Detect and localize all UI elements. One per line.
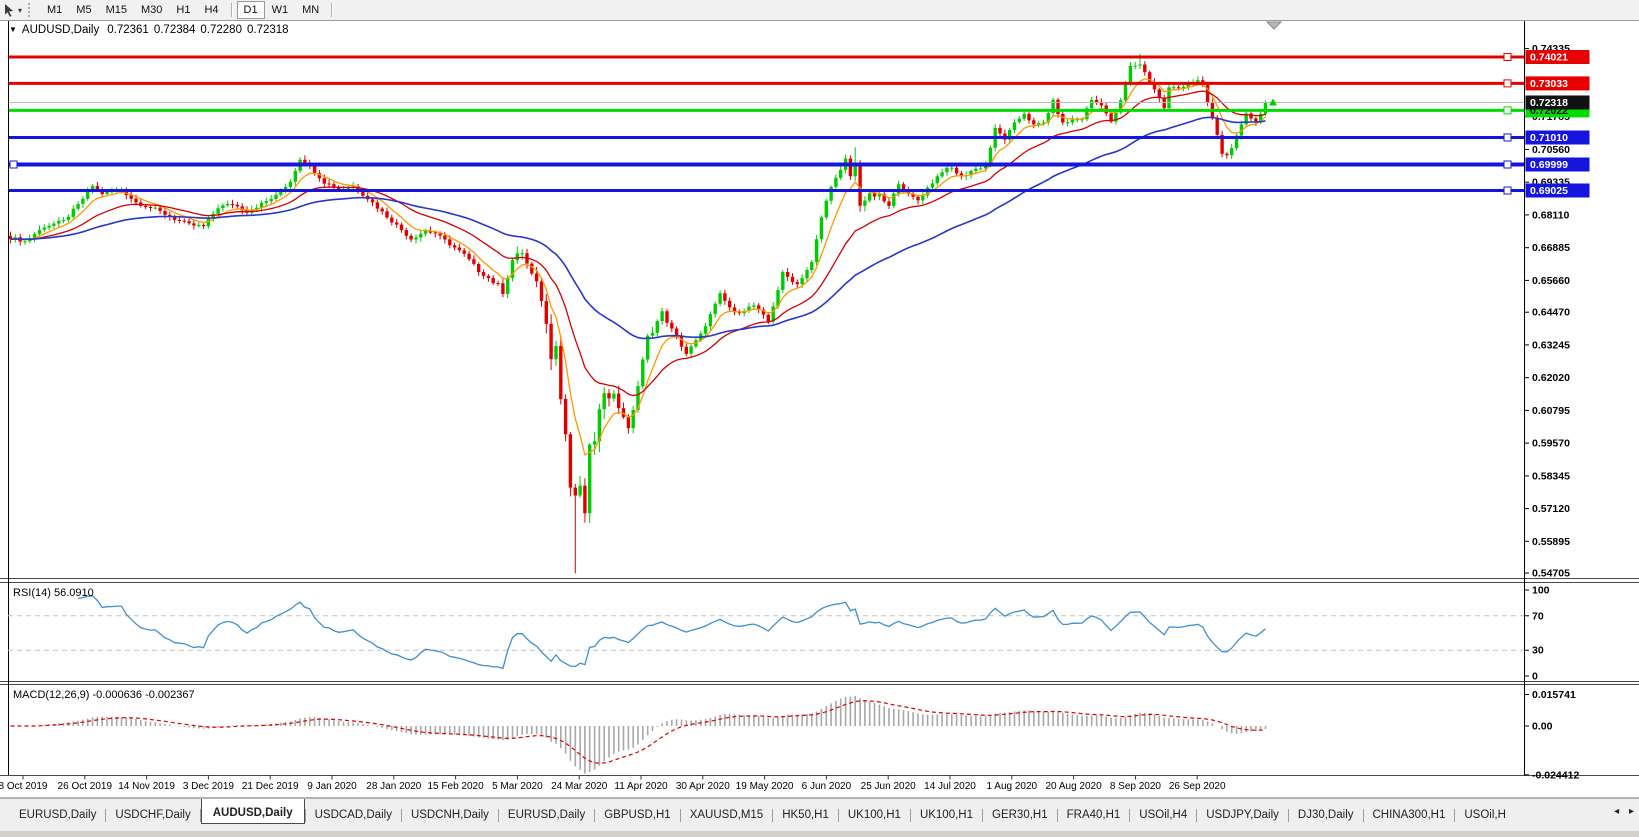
chart-tab-usdcad-daily[interactable]: USDCAD,Daily (306, 806, 401, 824)
timeframe-button-h1[interactable]: H1 (169, 1, 197, 19)
svg-text:0.65660: 0.65660 (1532, 275, 1570, 287)
chart-tab-usdjpy-daily[interactable]: USDJPY,Daily (1197, 806, 1288, 824)
svg-text:0.57120: 0.57120 (1532, 503, 1570, 515)
chart-tab-bar: EURUSD,Daily USDCHF,Daily AUDUSD,Daily USDC… (0, 798, 1639, 831)
price-axis: 0.743350.717850.705600.693350.681100.668… (1524, 43, 1590, 781)
ohlc-low-value: 0.72280 (200, 24, 242, 36)
svg-text:0.66885: 0.66885 (1532, 242, 1570, 254)
svg-text:0.54705: 0.54705 (1532, 568, 1570, 580)
svg-text:6 Jun 2020: 6 Jun 2020 (802, 781, 852, 792)
svg-text:0.71010: 0.71010 (1530, 132, 1568, 144)
svg-text:0.59570: 0.59570 (1532, 438, 1570, 450)
svg-text:0.00: 0.00 (1532, 721, 1553, 733)
chart-menu-icon[interactable]: ▼ (9, 25, 17, 34)
svg-text:0.69999: 0.69999 (1530, 159, 1568, 171)
svg-text:11 Apr 2020: 11 Apr 2020 (614, 781, 668, 792)
svg-text:-0.024412: -0.024412 (1532, 769, 1579, 781)
chart-tab-audusd-daily[interactable]: AUDUSD,Daily (200, 799, 305, 824)
date-axis: 8 Oct 2019 26 Oct 2019 14 Nov 2019 3 Dec 20… (0, 775, 1226, 792)
timeframe-button-m5[interactable]: M5 (69, 1, 98, 19)
timeframe-button-m15[interactable]: M15 (99, 1, 134, 19)
chart-tab-xauusd-m15[interactable]: XAUUSD,M15 (681, 806, 773, 824)
svg-text:5 Mar 2020: 5 Mar 2020 (492, 781, 543, 792)
svg-text:21 Dec 2019: 21 Dec 2019 (242, 781, 299, 792)
svg-text:0.72318: 0.72318 (1530, 97, 1568, 109)
timeframe-button-m30[interactable]: M30 (134, 1, 169, 19)
chart-tab-uk100-h1[interactable]: UK100,H1 (839, 806, 910, 824)
timeframe-button-group: M1 M5 M15 M30 H1 H4 D1 W1 MN (40, 0, 337, 20)
svg-text:20 Aug 2020: 20 Aug 2020 (1046, 781, 1103, 792)
chevron-down-icon[interactable]: ▾ (18, 6, 22, 15)
chart-tab-china300-h1[interactable]: CHINA300,H1 (1364, 806, 1455, 824)
svg-text:8 Sep 2020: 8 Sep 2020 (1110, 781, 1162, 792)
svg-text:1 Aug 2020: 1 Aug 2020 (986, 781, 1037, 792)
chart-title: ▼ AUDUSD,Daily 0.72361 0.72384 0.72280 0.7231… (9, 24, 294, 36)
svg-text:19 May 2020: 19 May 2020 (736, 781, 794, 792)
svg-text:30 Apr 2020: 30 Apr 2020 (676, 781, 730, 792)
chart-tab-ger30-h1[interactable]: GER30,H1 (983, 806, 1057, 824)
svg-text:0: 0 (1532, 671, 1538, 683)
chart-tab-dj30-daily[interactable]: DJ30,Daily (1289, 806, 1363, 824)
chart-canvas[interactable] (8, 21, 1524, 775)
chart-symbol-label: AUDUSD,Daily (21, 24, 100, 36)
svg-text:26 Oct 2019: 26 Oct 2019 (58, 781, 113, 792)
svg-text:0.73033: 0.73033 (1530, 78, 1568, 90)
tab-scroll-left-icon[interactable]: ◂ (1614, 806, 1619, 817)
svg-text:0.70560: 0.70560 (1532, 144, 1570, 156)
ohlc-high-value: 0.72384 (153, 24, 196, 36)
chart-tabs: EURUSD,Daily USDCHF,Daily AUDUSD,Daily USDC… (0, 799, 1605, 831)
toolbar-separator (230, 3, 232, 17)
cursor-tool-icon[interactable] (1, 2, 17, 18)
timeframe-button-mn[interactable]: MN (295, 1, 326, 19)
svg-text:28 Jan 2020: 28 Jan 2020 (366, 781, 421, 792)
chart-tab-gbpusd-h1[interactable]: GBPUSD,H1 (595, 806, 679, 824)
tab-scroll-right-icon[interactable]: ▸ (1629, 806, 1634, 817)
status-strip (0, 830, 1639, 837)
svg-text:30: 30 (1532, 645, 1544, 657)
svg-text:0.58345: 0.58345 (1532, 470, 1570, 482)
svg-text:0.69025: 0.69025 (1530, 185, 1568, 197)
svg-text:15 Feb 2020: 15 Feb 2020 (428, 781, 485, 792)
chart-tab-fra40-h1[interactable]: FRA40,H1 (1058, 806, 1130, 824)
svg-text:14 Jul 2020: 14 Jul 2020 (924, 781, 976, 792)
chart-tab-usdcnh-daily[interactable]: USDCNH,Daily (402, 806, 498, 824)
timeframe-button-w1[interactable]: W1 (265, 1, 296, 19)
chart-tab-eurusd-daily[interactable]: EURUSD,Daily (499, 806, 594, 824)
chart-tab-usoil-h4[interactable]: USOil,H4 (1130, 806, 1196, 824)
svg-text:3 Dec 2019: 3 Dec 2019 (183, 781, 235, 792)
svg-text:0.60795: 0.60795 (1532, 405, 1570, 417)
timeframe-button-h4[interactable]: H4 (197, 1, 225, 19)
toolbar-separator (331, 3, 333, 17)
svg-text:8 Oct 2019: 8 Oct 2019 (0, 781, 48, 792)
svg-text:0.64470: 0.64470 (1532, 307, 1570, 319)
svg-text:100: 100 (1532, 585, 1550, 597)
timeframe-toolbar: ▾ M1 M5 M15 M30 H1 H4 D1 W1 MN (0, 0, 1639, 21)
svg-text:25 Jun 2020: 25 Jun 2020 (861, 781, 916, 792)
chart-tab-uk100-h1[interactable]: UK100,H1 (911, 806, 982, 824)
svg-text:0.015741: 0.015741 (1532, 689, 1576, 701)
mt4-chart-window: ▾ M1M5M15M30H1H4D1W1MN 0.743350.717850.7… (0, 0, 1639, 837)
ohlc-open-value: 0.72361 (107, 24, 149, 36)
svg-text:26 Sep 2020: 26 Sep 2020 (1169, 781, 1226, 792)
chart-tab-hk50-h1[interactable]: HK50,H1 (773, 806, 838, 824)
svg-text:9 Jan 2020: 9 Jan 2020 (307, 781, 357, 792)
svg-text:24 Mar 2020: 24 Mar 2020 (551, 781, 608, 792)
tab-scroll-arrows: ◂ ▸ (1603, 806, 1634, 817)
svg-text:70: 70 (1532, 610, 1544, 622)
chart-tab-usoil-h[interactable]: USOil,H (1455, 806, 1515, 824)
svg-text:14 Nov 2019: 14 Nov 2019 (118, 781, 175, 792)
svg-text:0.74021: 0.74021 (1530, 52, 1568, 64)
macd-indicator-label: MACD(12,26,9) -0.000636 -0.002367 (13, 689, 195, 701)
toolbar-grip-handle[interactable] (28, 3, 33, 17)
svg-text:0.62020: 0.62020 (1532, 372, 1570, 384)
chart-tab-eurusd-daily[interactable]: EURUSD,Daily (10, 806, 105, 824)
svg-text:0.63245: 0.63245 (1532, 339, 1570, 351)
chart-tab-usdchf-daily[interactable]: USDCHF,Daily (106, 806, 199, 824)
timeframe-button-d1[interactable]: D1 (236, 1, 265, 19)
svg-text:0.68110: 0.68110 (1532, 209, 1570, 221)
svg-text:0.55895: 0.55895 (1532, 536, 1570, 548)
ohlc-close-value: 0.72318 (246, 24, 289, 36)
rsi-indicator-label: RSI(14) 56.0910 (13, 587, 94, 599)
timeframe-button-m1[interactable]: M1 (40, 1, 69, 19)
